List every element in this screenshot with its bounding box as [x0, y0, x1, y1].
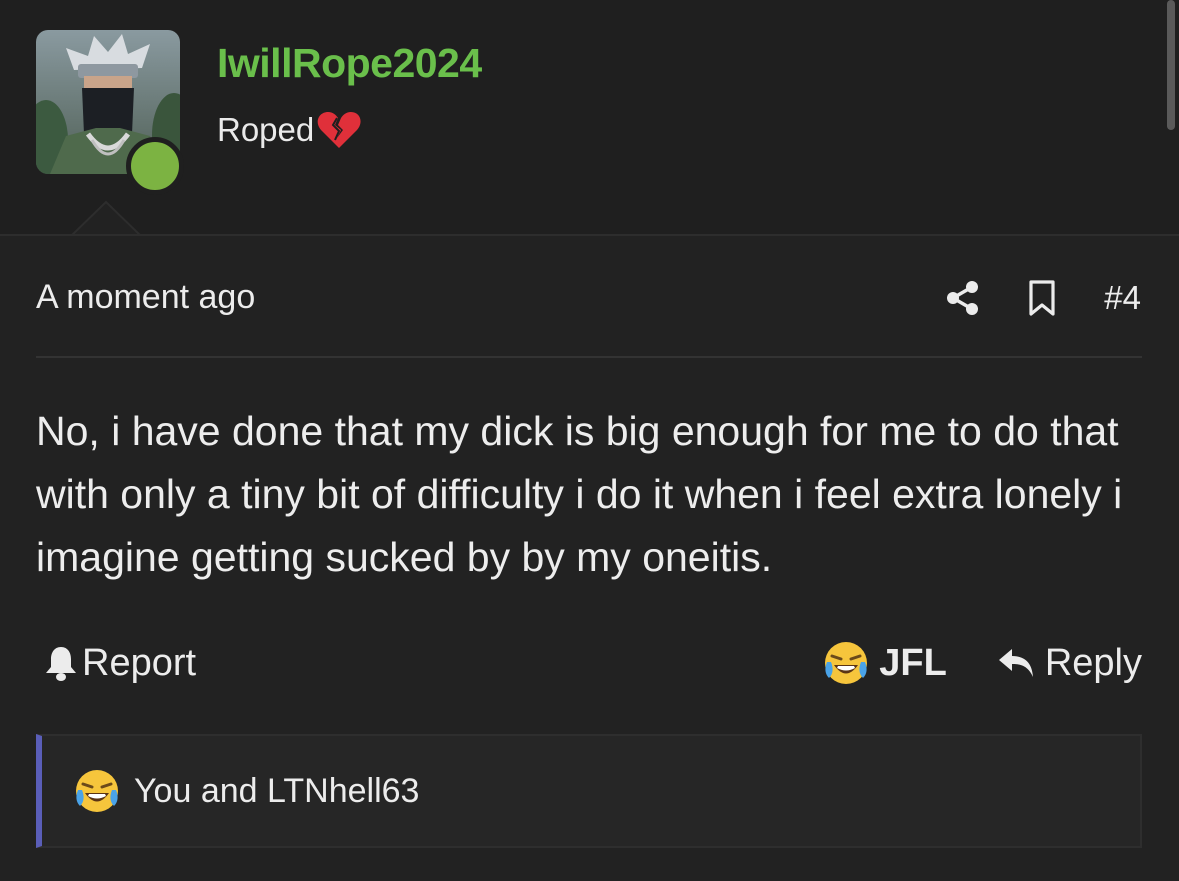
post-body: No, i have done that my dick is big enou…	[36, 408, 1123, 580]
report-label: Report	[82, 641, 197, 684]
author-username[interactable]: IwillRope2024	[217, 40, 482, 87]
post-timestamp[interactable]: A moment ago	[36, 278, 255, 317]
scrollbar[interactable]	[1167, 0, 1175, 130]
reply-button[interactable]: Reply	[997, 642, 1142, 685]
divider	[36, 356, 1142, 358]
bookmark-icon[interactable]	[1028, 280, 1056, 316]
online-status-indicator	[126, 137, 184, 195]
author-title-text: Roped	[217, 111, 315, 148]
post-pointer-notch	[71, 200, 141, 236]
report-button[interactable]: Report	[36, 642, 196, 685]
author-title: Roped	[217, 110, 362, 150]
reactions-summary-bar[interactable]: You and LTNhell63	[36, 734, 1142, 848]
tears-of-joy-icon	[76, 770, 118, 812]
reaction-button[interactable]: JFL	[823, 640, 947, 686]
post-top-actions: #4	[946, 276, 1141, 320]
post-footer: Report JFL Reply	[36, 638, 1142, 688]
tears-of-joy-icon	[825, 642, 868, 684]
reaction-label: JFL	[879, 641, 947, 684]
reactions-summary-text[interactable]: You and LTNhell63	[134, 772, 419, 811]
post-author-block: IwillRope2024 Roped	[0, 0, 1179, 236]
share-icon[interactable]	[946, 280, 980, 316]
reply-label: Reply	[1044, 641, 1142, 684]
post-card: A moment ago #4 No, i have done that my …	[0, 234, 1179, 881]
broken-heart-icon	[316, 110, 362, 150]
reply-arrow-icon	[998, 649, 1033, 677]
post-number[interactable]: #4	[1104, 279, 1141, 317]
bell-icon	[46, 647, 76, 681]
thread-page: IwillRope2024 Roped A moment ago #4 No, …	[0, 0, 1179, 881]
